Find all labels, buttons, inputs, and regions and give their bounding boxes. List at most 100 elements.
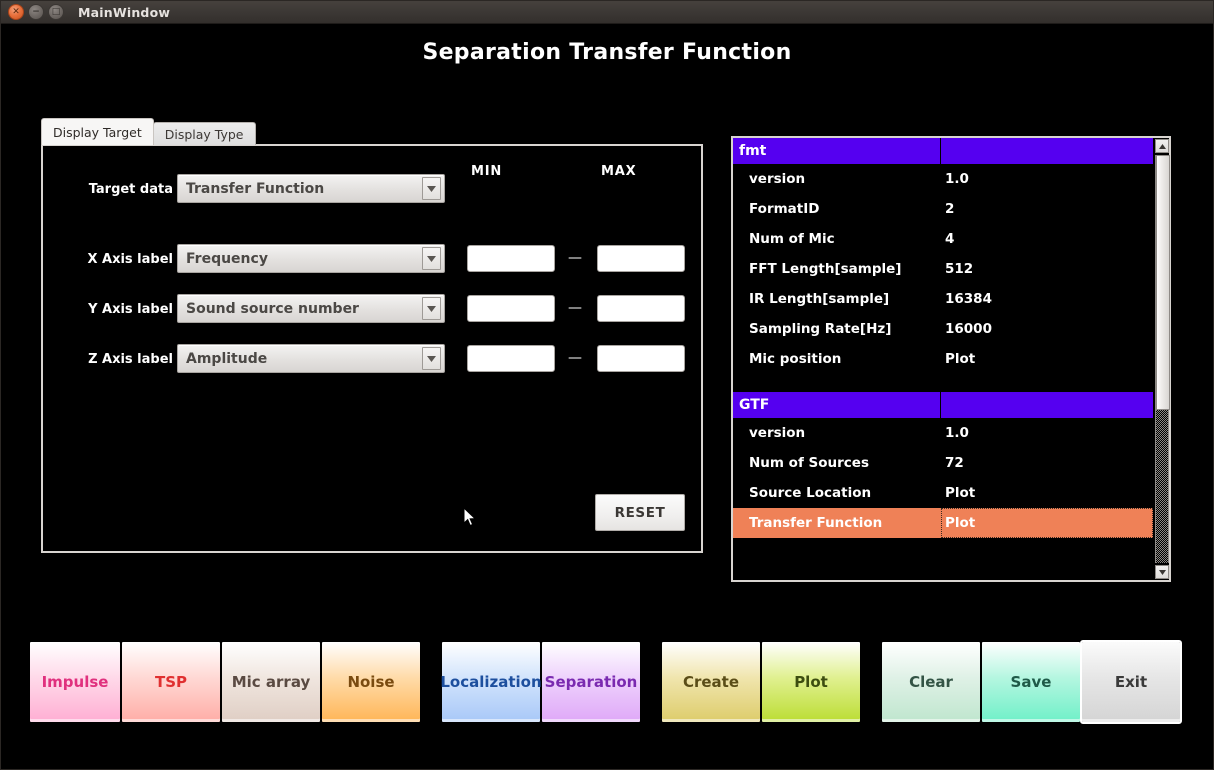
display-settings-panel: Display Target Display Type MIN MAX Targ… — [41, 118, 703, 579]
window-controls: ✕ − □ — [8, 4, 64, 20]
tsp-button[interactable]: TSP — [121, 641, 221, 723]
row-value: Plot — [941, 485, 1153, 501]
x-axis-min-input[interactable] — [467, 245, 555, 272]
properties-tree[interactable]: fmt version 1.0 FormatID 2 Num of Mic 4 … — [733, 138, 1153, 580]
row-value: 512 — [941, 261, 1153, 277]
file-properties-panel: fmt version 1.0 FormatID 2 Num of Mic 4 … — [731, 136, 1171, 582]
separation-button[interactable]: Separation — [541, 641, 641, 723]
window-title: MainWindow — [78, 5, 170, 20]
field-label-z-axis: Z Axis label — [53, 352, 173, 367]
row-key: Transfer Function — [733, 515, 941, 531]
save-button[interactable]: Save — [981, 641, 1081, 723]
x-axis-range-separator: — — [568, 251, 582, 265]
row-key: IR Length[sample] — [733, 291, 941, 307]
tree-group-header-fmt[interactable]: fmt — [733, 138, 1153, 164]
row-value: 1.0 — [941, 425, 1153, 441]
row-key: FormatID — [733, 201, 941, 217]
plot-button[interactable]: Plot — [761, 641, 861, 723]
z-axis-max-input[interactable] — [597, 345, 685, 372]
table-row[interactable]: Source Location Plot — [733, 478, 1153, 508]
button-group-action: Create Plot — [661, 641, 861, 723]
mic-array-button[interactable]: Mic array — [221, 641, 321, 723]
y-axis-range-separator: — — [568, 301, 582, 315]
y-axis-max-input[interactable] — [597, 295, 685, 322]
y-axis-min-input[interactable] — [467, 295, 555, 322]
row-key: version — [733, 171, 941, 187]
max-column-header: MAX — [601, 164, 636, 179]
z-axis-min-input[interactable] — [467, 345, 555, 372]
tree-group-value — [941, 138, 1153, 164]
table-row[interactable]: Num of Sources 72 — [733, 448, 1153, 478]
row-value: 16000 — [941, 321, 1153, 337]
y-axis-label-value: Sound source number — [178, 301, 422, 317]
close-icon[interactable]: ✕ — [8, 4, 24, 20]
clear-button[interactable]: Clear — [881, 641, 981, 723]
chevron-down-icon[interactable] — [422, 177, 441, 200]
reset-button[interactable]: RESET — [595, 494, 685, 531]
row-key: FFT Length[sample] — [733, 261, 941, 277]
tab-label: Display Target — [53, 125, 142, 140]
row-key: version — [733, 425, 941, 441]
action-button-bar: Impulse TSP Mic array Noise Localization… — [29, 641, 1181, 723]
chevron-down-icon[interactable] — [422, 247, 441, 270]
scroll-up-icon[interactable] — [1155, 139, 1169, 153]
client-area: Separation Transfer Function Display Tar… — [1, 24, 1214, 770]
row-key: Source Location — [733, 485, 941, 501]
z-axis-label-select[interactable]: Amplitude — [177, 344, 445, 373]
table-row[interactable]: IR Length[sample] 16384 — [733, 284, 1153, 314]
table-row[interactable]: Num of Mic 4 — [733, 224, 1153, 254]
window-titlebar: ✕ − □ MainWindow — [1, 1, 1214, 24]
target-data-value: Transfer Function — [178, 181, 422, 197]
exit-button[interactable]: Exit — [1081, 641, 1181, 723]
row-key: Mic position — [733, 351, 941, 367]
row-value: Plot — [941, 508, 1153, 538]
noise-button[interactable]: Noise — [321, 641, 421, 723]
button-group-processing: Localization Separation — [441, 641, 641, 723]
page-title: Separation Transfer Function — [1, 40, 1213, 65]
button-group-signal: Impulse TSP Mic array Noise — [29, 641, 421, 723]
row-value: Plot — [941, 351, 1153, 367]
row-key: Num of Mic — [733, 231, 941, 247]
maximize-icon[interactable]: □ — [48, 4, 64, 20]
row-key: Num of Sources — [733, 455, 941, 471]
minimize-icon[interactable]: − — [28, 4, 44, 20]
scroll-down-icon[interactable] — [1155, 565, 1169, 579]
y-axis-label-select[interactable]: Sound source number — [177, 294, 445, 323]
scrollbar-thumb[interactable] — [1156, 155, 1170, 410]
localization-button[interactable]: Localization — [441, 641, 541, 723]
tree-group-spacer — [733, 374, 1153, 392]
row-value: 16384 — [941, 291, 1153, 307]
table-row[interactable]: Sampling Rate[Hz] 16000 — [733, 314, 1153, 344]
table-row-selected[interactable]: Transfer Function Plot — [733, 508, 1153, 538]
tab-display-target[interactable]: Display Target — [41, 118, 154, 145]
x-axis-max-input[interactable] — [597, 245, 685, 272]
table-row[interactable]: Mic position Plot — [733, 344, 1153, 374]
row-value: 72 — [941, 455, 1153, 471]
target-data-select[interactable]: Transfer Function — [177, 174, 445, 203]
tree-group-name: GTF — [733, 392, 941, 418]
application-window: ✕ − □ MainWindow Separation Transfer Fun… — [0, 0, 1214, 770]
min-column-header: MIN — [471, 164, 502, 179]
vertical-scrollbar[interactable] — [1153, 138, 1169, 580]
tab-display-type[interactable]: Display Type — [153, 122, 256, 145]
table-row[interactable]: FFT Length[sample] 512 — [733, 254, 1153, 284]
table-row[interactable]: FormatID 2 — [733, 194, 1153, 224]
display-target-form: MIN MAX Target data Transfer Function X … — [41, 144, 703, 553]
chevron-down-icon[interactable] — [422, 297, 441, 320]
tree-group-name: fmt — [733, 138, 941, 164]
z-axis-range-separator: — — [568, 351, 582, 365]
row-value: 2 — [941, 201, 1153, 217]
row-value: 4 — [941, 231, 1153, 247]
table-row[interactable]: version 1.0 — [733, 164, 1153, 194]
z-axis-label-value: Amplitude — [178, 351, 422, 367]
create-button[interactable]: Create — [661, 641, 761, 723]
row-value: 1.0 — [941, 171, 1153, 187]
tree-group-header-gtf[interactable]: GTF — [733, 392, 1153, 418]
table-row[interactable]: version 1.0 — [733, 418, 1153, 448]
x-axis-label-select[interactable]: Frequency — [177, 244, 445, 273]
impulse-button[interactable]: Impulse — [29, 641, 121, 723]
button-group-system: Clear Save Exit — [881, 641, 1181, 723]
chevron-down-icon[interactable] — [422, 347, 441, 370]
tree-group-value — [941, 392, 1153, 418]
scrollbar-track[interactable] — [1155, 155, 1169, 563]
